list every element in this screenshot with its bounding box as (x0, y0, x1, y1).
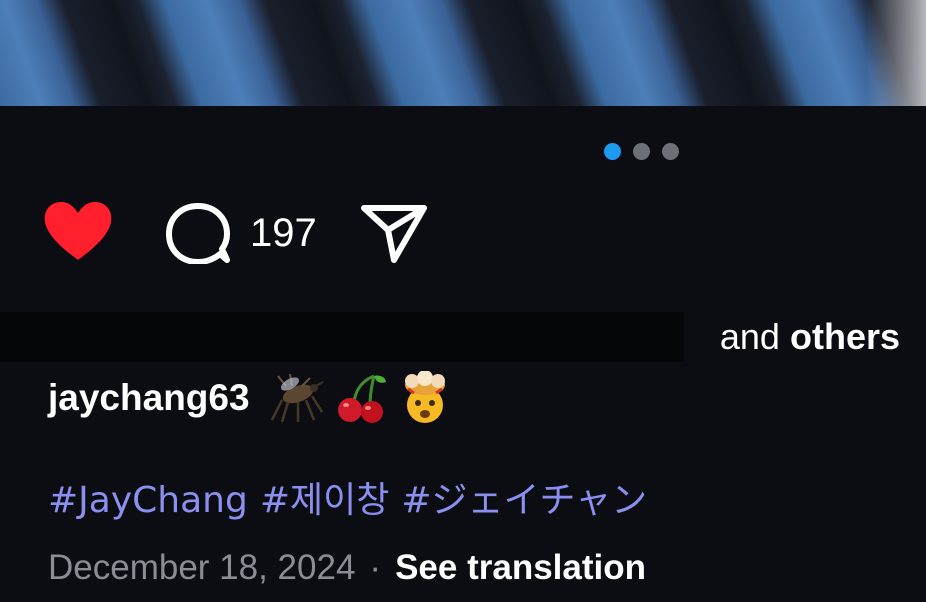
likes-summary[interactable]: and others (0, 312, 926, 362)
cherries-emoji-icon (337, 374, 386, 423)
exploding-head-emoji-icon (404, 371, 445, 423)
post-meta: December 18, 2024 · See translation (48, 545, 646, 591)
username-link[interactable]: jaychang63 (48, 377, 250, 419)
paper-plane-icon (361, 205, 427, 263)
hashtag-list: #JayChang #제이창 #ジェイチャン (48, 478, 659, 524)
carousel-indicator (604, 143, 679, 160)
likes-text: and others (720, 316, 900, 358)
hashtag-link[interactable]: #JayChang (48, 480, 248, 521)
hashtag-link[interactable]: #제이창 (260, 480, 390, 521)
post-date: December 18, 2024 (48, 548, 356, 587)
post-caption: jaychang63 (48, 370, 452, 426)
likes-and-text: and (719, 316, 790, 357)
mosquito-emoji-icon (270, 373, 324, 423)
redacted-likers (0, 312, 684, 362)
carousel-dot (662, 143, 679, 160)
meta-separator: · (369, 548, 382, 587)
carousel-dot-active (604, 143, 621, 160)
comment-bubble-icon (166, 203, 230, 265)
post-image[interactable] (0, 0, 926, 106)
share-button[interactable] (358, 200, 430, 264)
likes-others-link[interactable]: others (790, 316, 900, 357)
hashtag-link[interactable]: #ジェイチャン (401, 480, 647, 521)
heart-filled-icon (44, 202, 112, 260)
post-actions-bar: 197 (42, 200, 462, 266)
like-button[interactable] (42, 200, 114, 264)
comment-count: 197 (250, 211, 317, 255)
carousel-dot (633, 143, 650, 160)
see-translation-link[interactable]: See translation (395, 548, 646, 587)
comment-button[interactable] (164, 202, 232, 265)
